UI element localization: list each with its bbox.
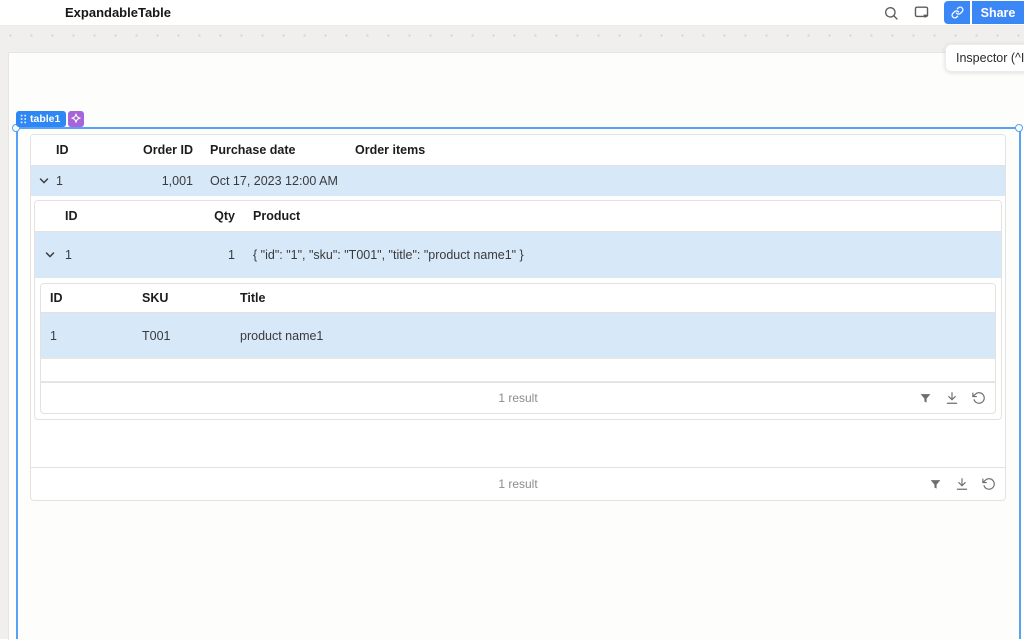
selection-outline-top — [16, 127, 1021, 129]
cell-id: 1 — [56, 174, 63, 188]
component-badge-group: table1 — [16, 111, 85, 127]
link-icon — [950, 6, 964, 19]
share-button[interactable]: Share — [972, 1, 1024, 24]
app-title: ExpandableTable — [65, 5, 171, 20]
refresh-icon — [982, 477, 996, 491]
component-badge-label: table1 — [30, 113, 61, 125]
column-header-qty[interactable]: Qty — [147, 209, 235, 223]
product-table-row[interactable]: 1 T001 product name1 — [41, 313, 995, 359]
retool-editor: { "topbar": { "title": "ExpandableTable"… — [0, 0, 1024, 640]
topbar-actions: Share — [876, 0, 1024, 25]
cell-order-id: 1,001 — [161, 174, 193, 188]
cell-title: product name1 — [240, 328, 324, 343]
column-header-title[interactable]: Title — [240, 291, 995, 305]
empty-body-area — [31, 424, 1005, 467]
table-footer-actions — [919, 391, 986, 405]
column-header-order-items[interactable]: Order items — [355, 143, 1005, 157]
copy-link-button[interactable] — [944, 1, 970, 24]
download-button[interactable] — [945, 391, 959, 405]
refresh-icon — [972, 391, 986, 405]
column-header-id[interactable]: ID — [56, 143, 138, 157]
download-button[interactable] — [955, 477, 969, 491]
filter-icon — [919, 392, 932, 405]
filter-button[interactable] — [929, 478, 942, 491]
qty-row-expansion: ID SKU Title 1 T001 product name1 1 resu… — [35, 278, 1001, 419]
column-header-purchase-date[interactable]: Purchase date — [210, 143, 355, 157]
drag-handle-icon — [20, 114, 27, 124]
cell-id: 1 — [50, 328, 57, 343]
sparkle-icon — [70, 113, 82, 125]
topbar: ExpandableTable Share — [0, 0, 1024, 26]
product-table: ID SKU Title 1 T001 product name1 1 resu… — [40, 283, 996, 414]
cell-product-json: { "id": "1", "sku": "T001", "title": "pr… — [253, 248, 524, 262]
component-badge[interactable]: table1 — [16, 111, 67, 127]
ai-assist-button[interactable] — [68, 111, 85, 127]
table1-component: ID Order ID Purchase date Order items 1 … — [30, 134, 1006, 501]
product-table-footer: 1 result — [41, 382, 995, 413]
column-header-id[interactable]: ID — [50, 291, 142, 305]
debug-panel-button[interactable] — [906, 1, 936, 25]
outer-table-row[interactable]: 1 1,001 Oct 17, 2023 12:00 AM — [31, 166, 1005, 196]
search-icon — [883, 5, 899, 21]
outer-row-expansion: ID Qty Product 1 1 { "id": "1", "sku": "… — [31, 196, 1005, 424]
selection-outline-left — [16, 127, 18, 639]
refresh-button[interactable] — [972, 391, 986, 405]
filter-icon — [929, 478, 942, 491]
cell-purchase-date: Oct 17, 2023 12:00 AM — [210, 174, 338, 188]
product-table-header: ID SKU Title — [41, 284, 995, 313]
filter-button[interactable] — [919, 392, 932, 405]
column-header-product[interactable]: Product — [253, 209, 1001, 223]
download-icon — [955, 477, 969, 491]
inspector-tooltip: Inspector (^I — [945, 44, 1024, 72]
refresh-button[interactable] — [982, 477, 996, 491]
selection-handle-top-right[interactable] — [1015, 124, 1023, 132]
collapse-row-icon[interactable] — [39, 176, 49, 186]
column-header-order-id[interactable]: Order ID — [138, 143, 193, 157]
table-footer-actions — [929, 477, 996, 491]
results-count: 1 result — [498, 391, 538, 405]
cell-sku: T001 — [142, 328, 171, 343]
column-header-sku[interactable]: SKU — [142, 291, 240, 305]
empty-body-area — [41, 359, 995, 382]
collapse-row-icon[interactable] — [45, 250, 55, 260]
outer-table-footer: 1 result — [31, 467, 1005, 500]
search-button[interactable] — [876, 1, 906, 25]
column-header-id[interactable]: ID — [65, 209, 147, 223]
qty-table-row[interactable]: 1 1 { "id": "1", "sku": "T001", "title":… — [35, 232, 1001, 278]
download-icon — [945, 391, 959, 405]
results-count: 1 result — [498, 477, 538, 491]
outer-table-header: ID Order ID Purchase date Order items — [31, 135, 1005, 166]
cell-qty: 1 — [228, 248, 235, 262]
order-items-table: ID Qty Product 1 1 { "id": "1", "sku": "… — [34, 200, 1002, 420]
debug-panel-icon — [913, 4, 930, 21]
selection-outline-right — [1019, 127, 1021, 639]
cell-id: 1 — [65, 248, 72, 262]
qty-table-header: ID Qty Product — [35, 201, 1001, 232]
